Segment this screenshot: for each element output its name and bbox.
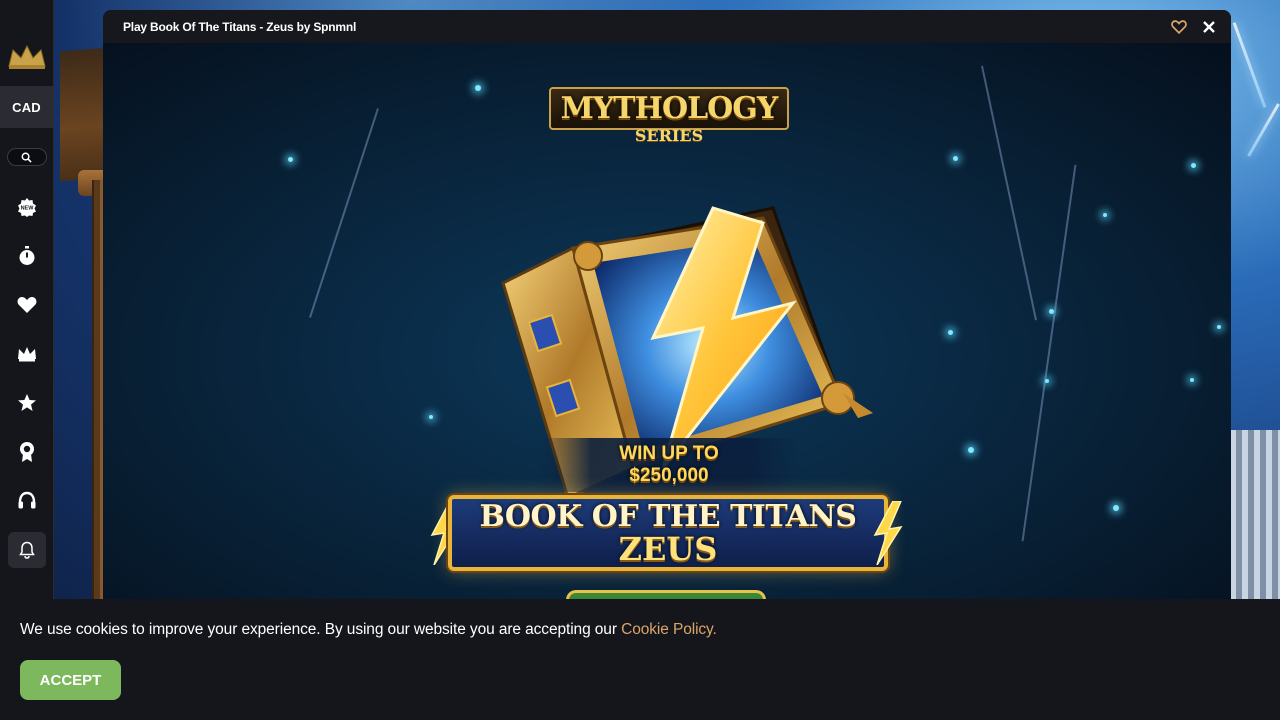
sidebar: CAD NEW bbox=[0, 0, 54, 600]
sparkle bbox=[1113, 505, 1119, 511]
sparkle bbox=[288, 157, 293, 162]
lightning-bolt bbox=[1232, 22, 1267, 108]
bell-button[interactable] bbox=[7, 531, 46, 568]
lightning-streak bbox=[309, 108, 379, 318]
win-banner: WIN UP TO $250,000 bbox=[539, 438, 799, 492]
mythology-series-logo: MYTHOLOGY SERIES bbox=[548, 78, 790, 153]
win-amount: $250,000 bbox=[629, 465, 709, 486]
game-canvas[interactable]: MYTHOLOGY SERIES WIN UP TO $250,000 BOOK… bbox=[103, 43, 1231, 610]
accept-cookies-button[interactable]: ACCEPT bbox=[20, 660, 121, 700]
sparkle bbox=[1190, 378, 1194, 382]
modal-header: Play Book Of The Titans - Zeus by Spnmnl bbox=[103, 10, 1231, 43]
svg-text:NEW: NEW bbox=[20, 205, 34, 211]
series-subtitle: SERIES bbox=[634, 125, 704, 145]
sparkle bbox=[953, 156, 958, 161]
heart-icon bbox=[17, 296, 36, 313]
game-title-plate: BOOK OF THE TITANS ZEUS bbox=[448, 495, 888, 571]
nav-support[interactable] bbox=[0, 476, 54, 525]
favorite-button[interactable] bbox=[1171, 19, 1187, 35]
series-title: MYTHOLOGY bbox=[548, 86, 790, 130]
crown-logo-icon[interactable] bbox=[7, 42, 47, 72]
search-icon bbox=[21, 152, 32, 163]
nav-new-games[interactable]: NEW bbox=[0, 182, 54, 231]
heart-outline-icon bbox=[1171, 19, 1187, 34]
nav-favorites[interactable] bbox=[0, 280, 54, 329]
sparkle bbox=[968, 447, 974, 453]
close-button[interactable] bbox=[1201, 19, 1217, 35]
close-icon bbox=[1203, 20, 1215, 33]
modal-actions bbox=[1171, 19, 1217, 35]
plate-bolt-right-icon bbox=[873, 501, 903, 565]
sparkle bbox=[1045, 379, 1049, 383]
temple-columns-right bbox=[1230, 430, 1280, 610]
star-icon bbox=[17, 393, 36, 411]
lightning-bolt bbox=[1247, 103, 1280, 157]
new-badge-icon: NEW bbox=[17, 197, 36, 217]
cookie-message-text: We use cookies to improve your experienc… bbox=[20, 621, 622, 638]
nav-promotions[interactable] bbox=[0, 427, 54, 476]
currency-selector[interactable]: CAD bbox=[0, 86, 54, 128]
modal-title: Play Book Of The Titans - Zeus by Spnmnl bbox=[123, 19, 357, 34]
headset-icon bbox=[18, 491, 35, 508]
nav-vip[interactable] bbox=[0, 329, 54, 378]
sparkle bbox=[429, 415, 433, 419]
cookie-policy-link[interactable]: Cookie Policy. bbox=[621, 621, 717, 638]
nav-top-games[interactable] bbox=[0, 378, 54, 427]
game-title: BOOK OF THE TITANS bbox=[479, 499, 857, 534]
sparkle bbox=[475, 85, 481, 91]
sparkle bbox=[1103, 213, 1107, 217]
nav-recent[interactable] bbox=[0, 231, 54, 280]
crown-icon bbox=[17, 346, 36, 361]
sparkle bbox=[1049, 309, 1054, 314]
search-button[interactable] bbox=[6, 148, 47, 166]
cookie-message: We use cookies to improve your experienc… bbox=[20, 621, 717, 639]
bell-icon bbox=[18, 541, 35, 559]
cookie-banner: We use cookies to improve your experienc… bbox=[0, 599, 1280, 720]
award-ribbon-icon bbox=[19, 441, 34, 462]
sparkle bbox=[948, 330, 953, 335]
sparkle bbox=[1191, 163, 1196, 168]
lightning-streak bbox=[980, 65, 1038, 321]
sparkle bbox=[1217, 325, 1221, 329]
win-label: WIN UP TO bbox=[619, 443, 719, 464]
game-modal: Play Book Of The Titans - Zeus by Spnmnl bbox=[103, 10, 1231, 610]
game-subtitle: ZEUS bbox=[618, 530, 718, 568]
nav-notifications[interactable] bbox=[0, 525, 54, 574]
stopwatch-icon bbox=[19, 245, 34, 265]
lightning-streak bbox=[1021, 164, 1077, 542]
